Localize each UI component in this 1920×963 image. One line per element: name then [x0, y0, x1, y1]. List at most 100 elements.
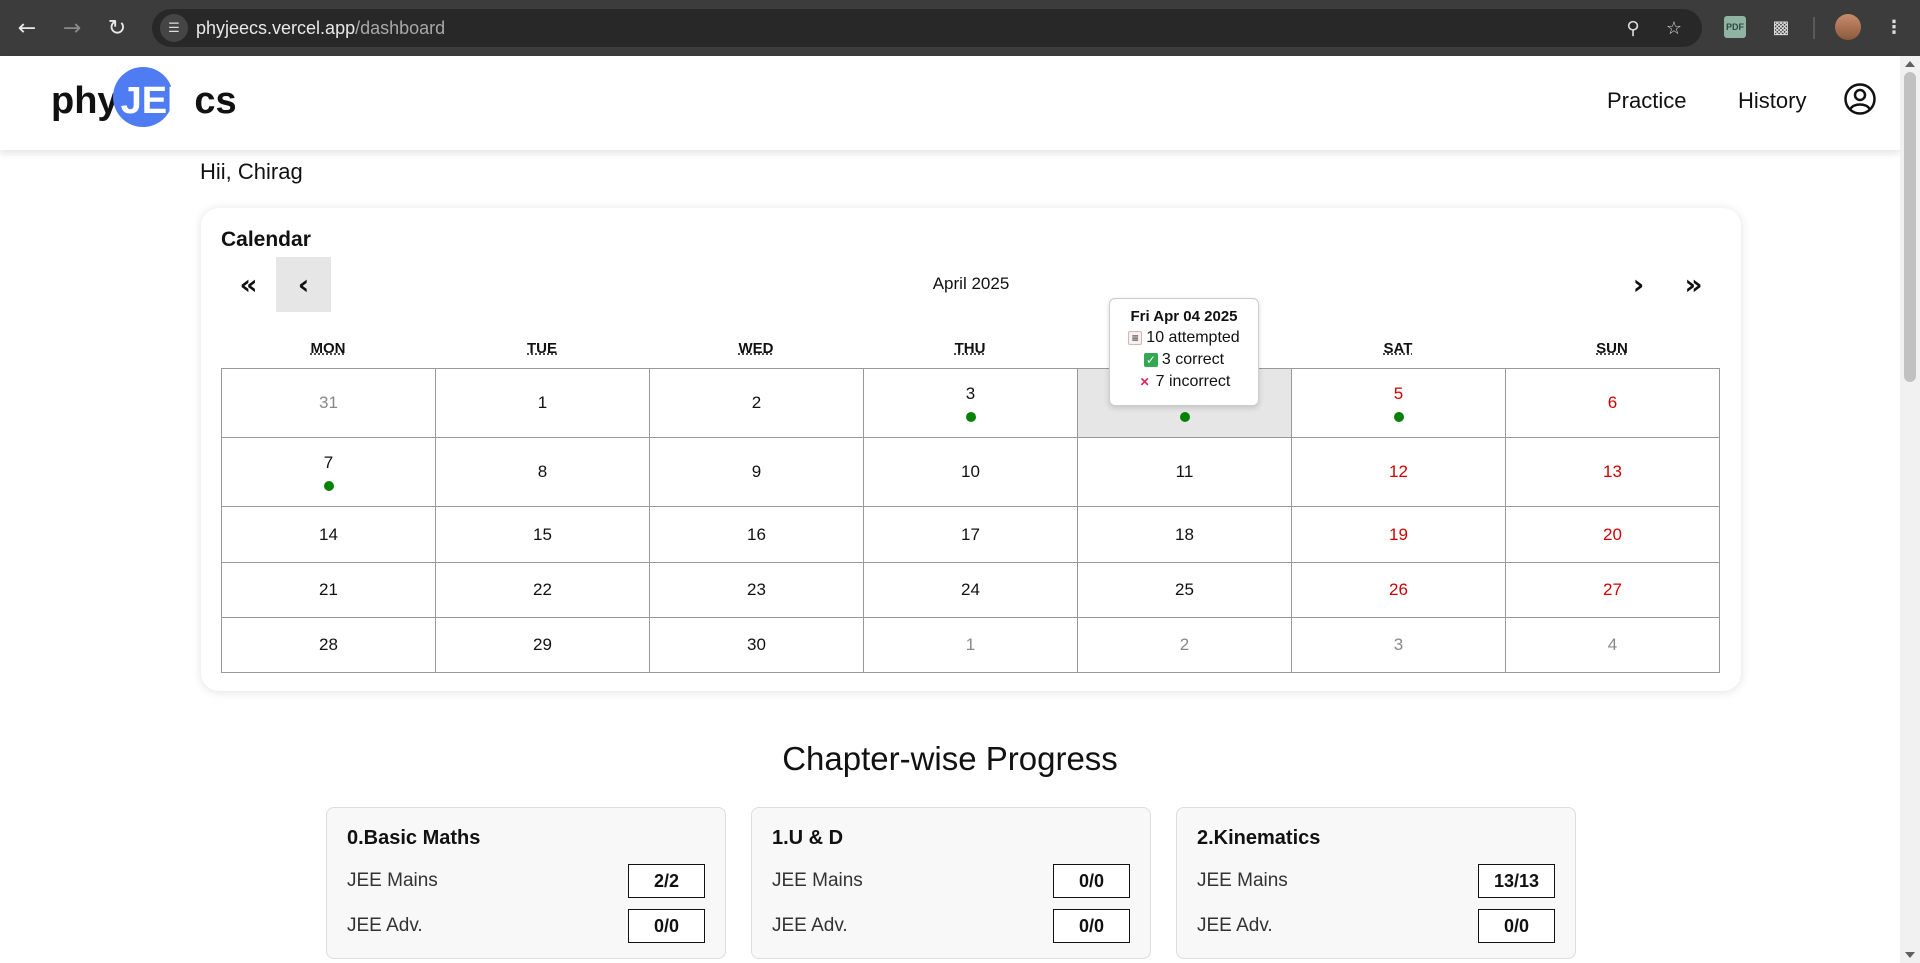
key-icon[interactable]: ⚲ — [1620, 15, 1646, 41]
day-number: 5 — [1393, 384, 1404, 403]
chapter-progress-title: Chapter-wise Progress — [782, 740, 1118, 777]
calendar-day-cell[interactable]: 2 — [1077, 617, 1292, 673]
scrollbar-thumb[interactable] — [1904, 72, 1916, 382]
reload-icon[interactable]: ↻ — [101, 12, 133, 44]
day-number: 15 — [533, 524, 552, 544]
address-bar[interactable]: ☰ phyjeecs.vercel.app/dashboard ⚲ ☆ — [152, 9, 1702, 47]
calendar-day-cell[interactable]: 6 — [1505, 368, 1720, 438]
browser-toolbar: ← → ↻ ☰ phyjeecs.vercel.app/dashboard ⚲ … — [0, 0, 1920, 56]
calendar-day-cell[interactable]: 3 — [1291, 617, 1506, 673]
bookmark-star-icon[interactable]: ☆ — [1661, 15, 1687, 41]
jee-adv-label: JEE Adv. — [772, 915, 848, 936]
tooltip-date: Fri Apr 04 2025 — [1130, 308, 1238, 325]
calendar-day-cell[interactable]: 9 — [649, 437, 864, 507]
calendar-day-cell[interactable]: 25 — [1077, 562, 1292, 618]
jee-adv-score: 0/0 — [1053, 909, 1130, 943]
calendar-day-cell[interactable]: 5 — [1291, 368, 1506, 438]
nav-history-link[interactable]: History — [1738, 88, 1806, 114]
calendar-day-cell[interactable]: 12 — [1291, 437, 1506, 507]
chapter-card[interactable]: 1.U & D JEE Mains 0/0 JEE Adv. 0/0 — [751, 807, 1151, 959]
extensions-puzzle-icon[interactable]: ▩ — [1768, 14, 1794, 40]
calendar-day-cell[interactable]: 20 — [1505, 506, 1720, 563]
page-scrollbar[interactable] — [1900, 56, 1920, 963]
pdf-extension-icon[interactable]: PDF — [1724, 16, 1746, 38]
scroll-up-arrow-icon[interactable] — [1905, 61, 1915, 67]
browser-menu-icon[interactable]: ⋮ — [1881, 14, 1907, 40]
tooltip-incorrect: 7 incorrect — [1155, 373, 1231, 390]
cross-mark-icon: ✕ — [1139, 375, 1150, 389]
profile-avatar[interactable] — [1835, 14, 1861, 40]
tooltip-correct-row: ✓ 3 correct — [1110, 351, 1258, 369]
calendar-day-cell[interactable]: 28 — [221, 617, 436, 673]
jee-adv-score: 0/0 — [1478, 909, 1555, 943]
calendar-day-cell[interactable]: 2 — [649, 368, 864, 438]
greeting-text: Hii, Chirag — [200, 159, 303, 184]
calendar-day-cell[interactable]: 4 — [1505, 617, 1720, 673]
calendar-day-cell[interactable]: 18 — [1077, 506, 1292, 563]
tooltip-attempted-row: ≡ 10 attempted — [1110, 329, 1258, 347]
calendar-month-label[interactable]: April 2025 — [201, 274, 1741, 294]
calendar-day-cell[interactable]: 11 — [1077, 437, 1292, 507]
calendar-day-cell[interactable]: 27 — [1505, 562, 1720, 618]
calendar-day-cell[interactable]: 19 — [1291, 506, 1506, 563]
calendar-day-cell[interactable]: 1 — [435, 368, 650, 438]
site-info-icon[interactable]: ☰ — [160, 14, 188, 42]
jee-mains-score: 13/13 — [1478, 864, 1555, 898]
day-number: 12 — [1389, 462, 1408, 481]
day-number: 11 — [1175, 462, 1194, 481]
calendar-day-cell[interactable]: 1 — [863, 617, 1078, 673]
day-number: 27 — [1603, 580, 1622, 599]
calendar-day-cell[interactable]: 10 — [863, 437, 1078, 507]
day-number: 2 — [1179, 635, 1190, 654]
toolbar-divider — [1813, 17, 1815, 39]
nav-practice-link[interactable]: Practice — [1607, 88, 1686, 114]
calendar-day-cell[interactable]: 15 — [435, 506, 650, 563]
activity-dot — [1179, 412, 1190, 422]
chapter-card[interactable]: 0.Basic Maths JEE Mains 2/2 JEE Adv. 0/0 — [326, 807, 726, 959]
calendar-day-cell[interactable]: 23 — [649, 562, 864, 618]
user-account-icon[interactable] — [1843, 82, 1877, 116]
day-number: 30 — [747, 635, 766, 654]
calendar-day-cell[interactable]: 29 — [435, 617, 650, 673]
jee-mains-label: JEE Mains — [1197, 870, 1288, 891]
check-mark-icon: ✓ — [1143, 353, 1158, 367]
calendar-day-cell[interactable]: 7 — [221, 437, 436, 507]
weekday-label: SAT — [1383, 340, 1413, 357]
url-text[interactable]: phyjeecs.vercel.app/dashboard — [196, 18, 445, 39]
calendar-title: Calendar — [221, 228, 311, 251]
calendar-day-cell[interactable]: 16 — [649, 506, 864, 563]
day-number: 14 — [319, 524, 338, 544]
day-number: 1 — [965, 635, 976, 654]
calendar-day-cell[interactable]: 8 — [435, 437, 650, 507]
activity-dot — [323, 481, 334, 491]
next-year-button[interactable]: » — [1666, 257, 1721, 312]
forward-icon[interactable]: → — [56, 12, 88, 44]
calendar-day-cell[interactable]: 14 — [221, 506, 436, 563]
calendar-day-cell[interactable]: 13 — [1505, 437, 1720, 507]
calendar-day-cell[interactable]: 3 — [863, 368, 1078, 438]
chapter-card[interactable]: 2.Kinematics JEE Mains 13/13 JEE Adv. 0/… — [1176, 807, 1576, 959]
calendar-day-cell[interactable]: 17 — [863, 506, 1078, 563]
scroll-down-arrow-icon[interactable] — [1905, 952, 1915, 958]
tooltip-attempted: 10 attempted — [1146, 329, 1240, 346]
day-number: 4 — [1607, 635, 1618, 654]
day-number: 21 — [319, 580, 338, 599]
tooltip-correct: 3 correct — [1161, 351, 1225, 368]
day-number: 20 — [1603, 524, 1622, 544]
back-icon[interactable]: ← — [11, 12, 43, 44]
weekday-label: SUN — [1596, 340, 1628, 357]
day-stats-tooltip: Fri Apr 04 2025 ≡ 10 attempted ✓ 3 corre… — [1109, 298, 1259, 406]
jee-mains-score: 2/2 — [628, 864, 705, 898]
next-month-button[interactable]: › — [1611, 257, 1666, 312]
day-number: 23 — [747, 580, 766, 599]
day-number: 16 — [747, 524, 766, 544]
site-logo[interactable]: phy JEE cs — [51, 66, 237, 131]
calendar-day-cell[interactable]: 22 — [435, 562, 650, 618]
calendar-day-cell[interactable]: 31 — [221, 368, 436, 438]
logo-text-suffix: cs — [194, 79, 237, 122]
calendar-day-cell[interactable]: 24 — [863, 562, 1078, 618]
calendar-day-cell[interactable]: 30 — [649, 617, 864, 673]
calendar-day-cell[interactable]: 26 — [1291, 562, 1506, 618]
calendar-day-cell[interactable]: 21 — [221, 562, 436, 618]
jee-adv-label: JEE Adv. — [347, 915, 423, 936]
